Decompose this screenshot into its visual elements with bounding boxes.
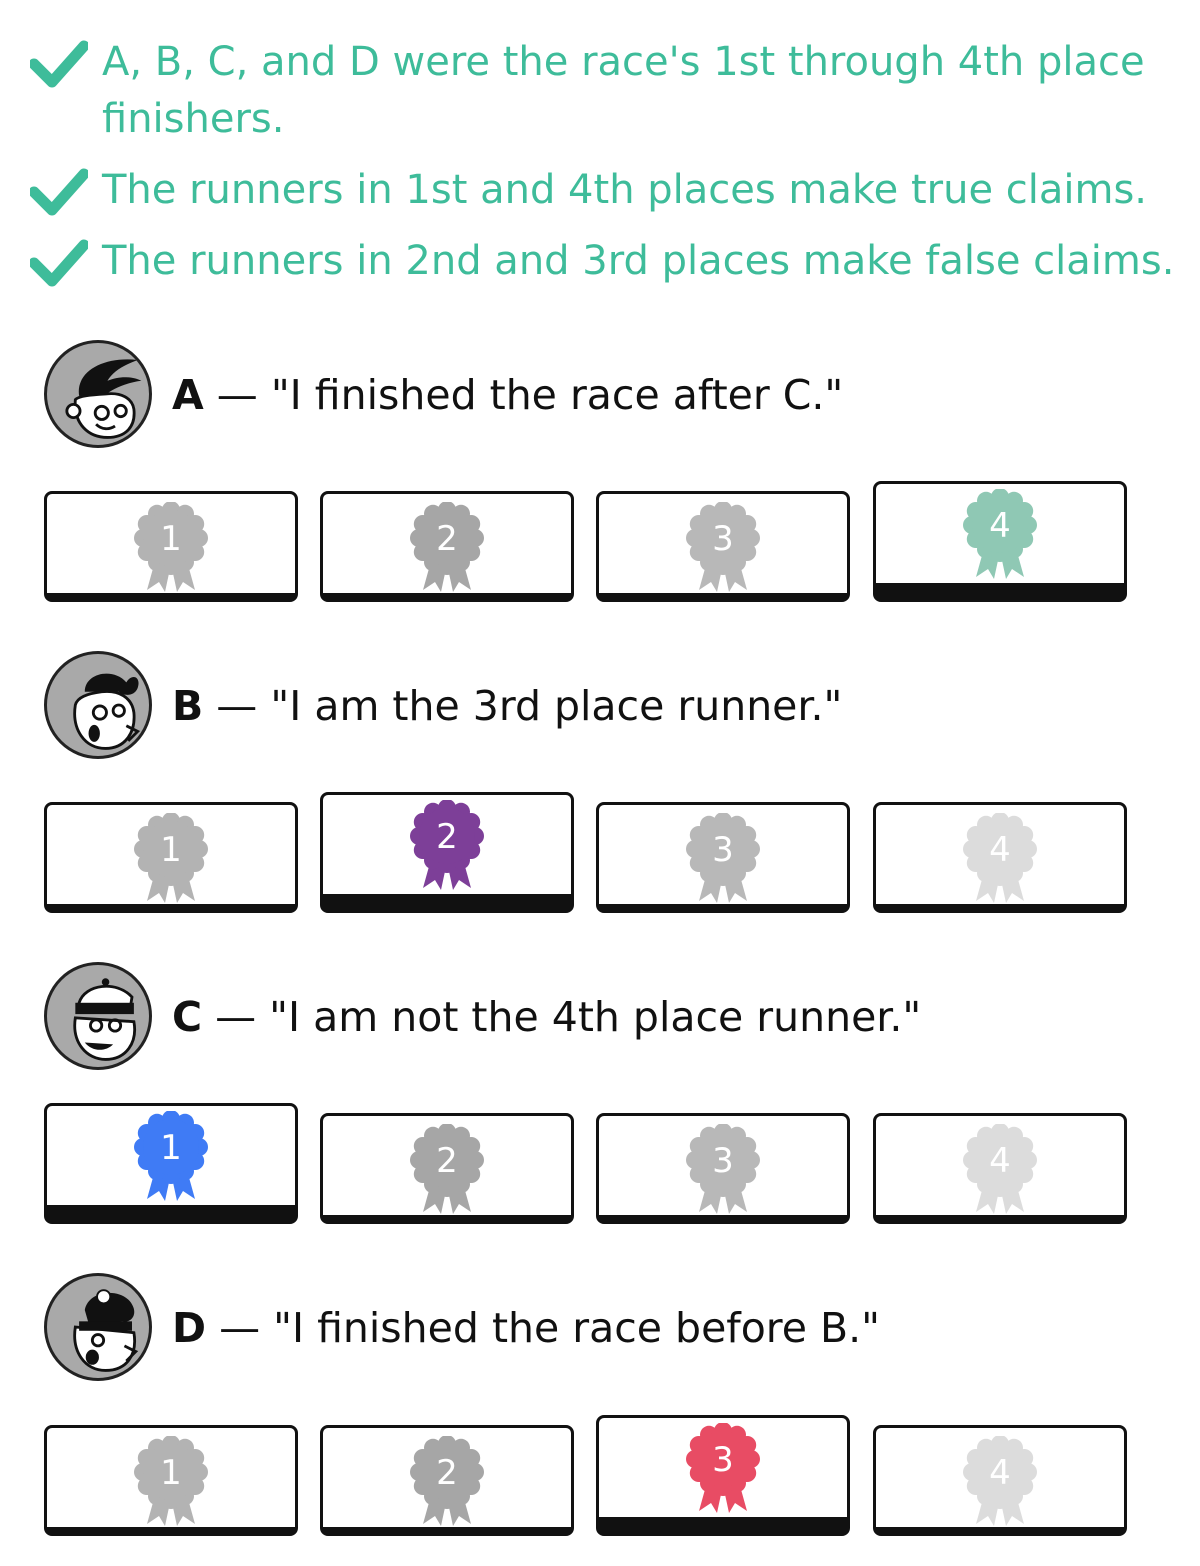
condition-row: A, B, C, and D were the race's 1st throu… [30,34,1182,148]
ribbon-badge-icon: 1 [134,1436,208,1526]
claim-text: "I am not the 4th place runner." [269,993,922,1041]
condition-text: A, B, C, and D were the race's 1st throu… [102,39,1145,142]
ribbon-badge-icon: 4 [963,813,1037,903]
place-number: 2 [436,817,458,857]
place-number: 4 [989,830,1011,870]
place-option-1[interactable]: 1 [44,1425,298,1536]
condition-row: The runners in 1st and 4th places make t… [30,162,1182,219]
place-option-4[interactable]: 4 [873,1425,1127,1536]
ribbon-badge-icon: 2 [410,800,484,890]
place-number: 1 [160,830,182,870]
place-number: 3 [712,830,734,870]
place-option-2[interactable]: 2 [320,792,574,913]
runner-letter: C [172,993,203,1041]
ribbon-badge-icon: 1 [134,813,208,903]
ribbon-badge-icon: 3 [686,813,760,903]
dash: — [203,682,271,730]
ribbon-badge-icon: 2 [410,1436,484,1526]
runner-letter: B [172,682,204,730]
runner-d-claim: D — "I finished the race before B." [172,1303,880,1353]
ribbon-badge-icon: 1 [134,502,208,592]
place-option-1[interactable]: 1 [44,802,298,913]
place-number: 4 [989,1453,1011,1493]
place-number: 3 [712,519,734,559]
place-option-4[interactable]: 4 [873,481,1127,602]
dash: — [206,1304,274,1352]
ribbon-badge-icon: 2 [410,1124,484,1214]
place-number: 1 [160,519,182,559]
runner-c-claim: C — "I am not the 4th place runner." [172,992,921,1042]
place-number: 1 [160,1128,182,1168]
dash: — [202,993,270,1041]
place-option-2[interactable]: 2 [320,1113,574,1224]
checkmark-icon [30,239,88,287]
ribbon-badge-icon: 4 [963,1436,1037,1526]
runner-letter: D [172,1304,207,1352]
condition-row: The runners in 2nd and 3rd places make f… [30,233,1182,290]
place-number: 2 [436,1453,458,1493]
place-number: 2 [436,519,458,559]
ribbon-badge-icon: 4 [963,489,1037,579]
ribbon-badge-icon: 3 [686,1124,760,1214]
place-option-3[interactable]: 3 [596,491,850,602]
place-option-3[interactable]: 3 [596,802,850,913]
ribbon-badge-icon: 3 [686,502,760,592]
place-option-2[interactable]: 2 [320,491,574,602]
place-option-2[interactable]: 2 [320,1425,574,1536]
condition-text: The runners in 2nd and 3rd places make f… [102,238,1175,284]
dash: — [203,371,271,419]
runner-c-avatar [44,962,152,1070]
ribbon-badge-icon: 3 [686,1423,760,1513]
place-option-1[interactable]: 1 [44,1103,298,1224]
place-option-3[interactable]: 3 [596,1113,850,1224]
runner-a-avatar [44,340,152,448]
ribbon-badge-icon: 4 [963,1124,1037,1214]
claim-text: "I finished the race before B." [273,1304,881,1352]
place-option-1[interactable]: 1 [44,491,298,602]
runner-b-claim: B — "I am the 3rd place runner." [172,681,842,731]
ribbon-badge-icon: 1 [134,1111,208,1201]
ribbon-badge-icon: 2 [410,502,484,592]
runner-d-avatar [44,1273,152,1381]
checkmark-icon [30,40,88,88]
place-number: 4 [989,506,1011,546]
checkmark-icon [30,168,88,216]
place-option-4[interactable]: 4 [873,1113,1127,1224]
place-option-3[interactable]: 3 [596,1415,850,1536]
claim-text: "I am the 3rd place runner." [270,682,843,730]
place-number: 1 [160,1453,182,1493]
place-number: 3 [712,1141,734,1181]
runner-b-avatar [44,651,152,759]
runner-a-claim: A — "I finished the race after C." [172,370,843,420]
place-number: 2 [436,1141,458,1181]
runner-letter: A [172,371,204,419]
place-number: 4 [989,1141,1011,1181]
place-option-4[interactable]: 4 [873,802,1127,913]
place-number: 3 [712,1440,734,1480]
logic-puzzle: A, B, C, and D were the race's 1st throu… [0,0,1200,1566]
condition-text: The runners in 1st and 4th places make t… [102,167,1148,213]
claim-text: "I finished the race after C." [270,371,844,419]
